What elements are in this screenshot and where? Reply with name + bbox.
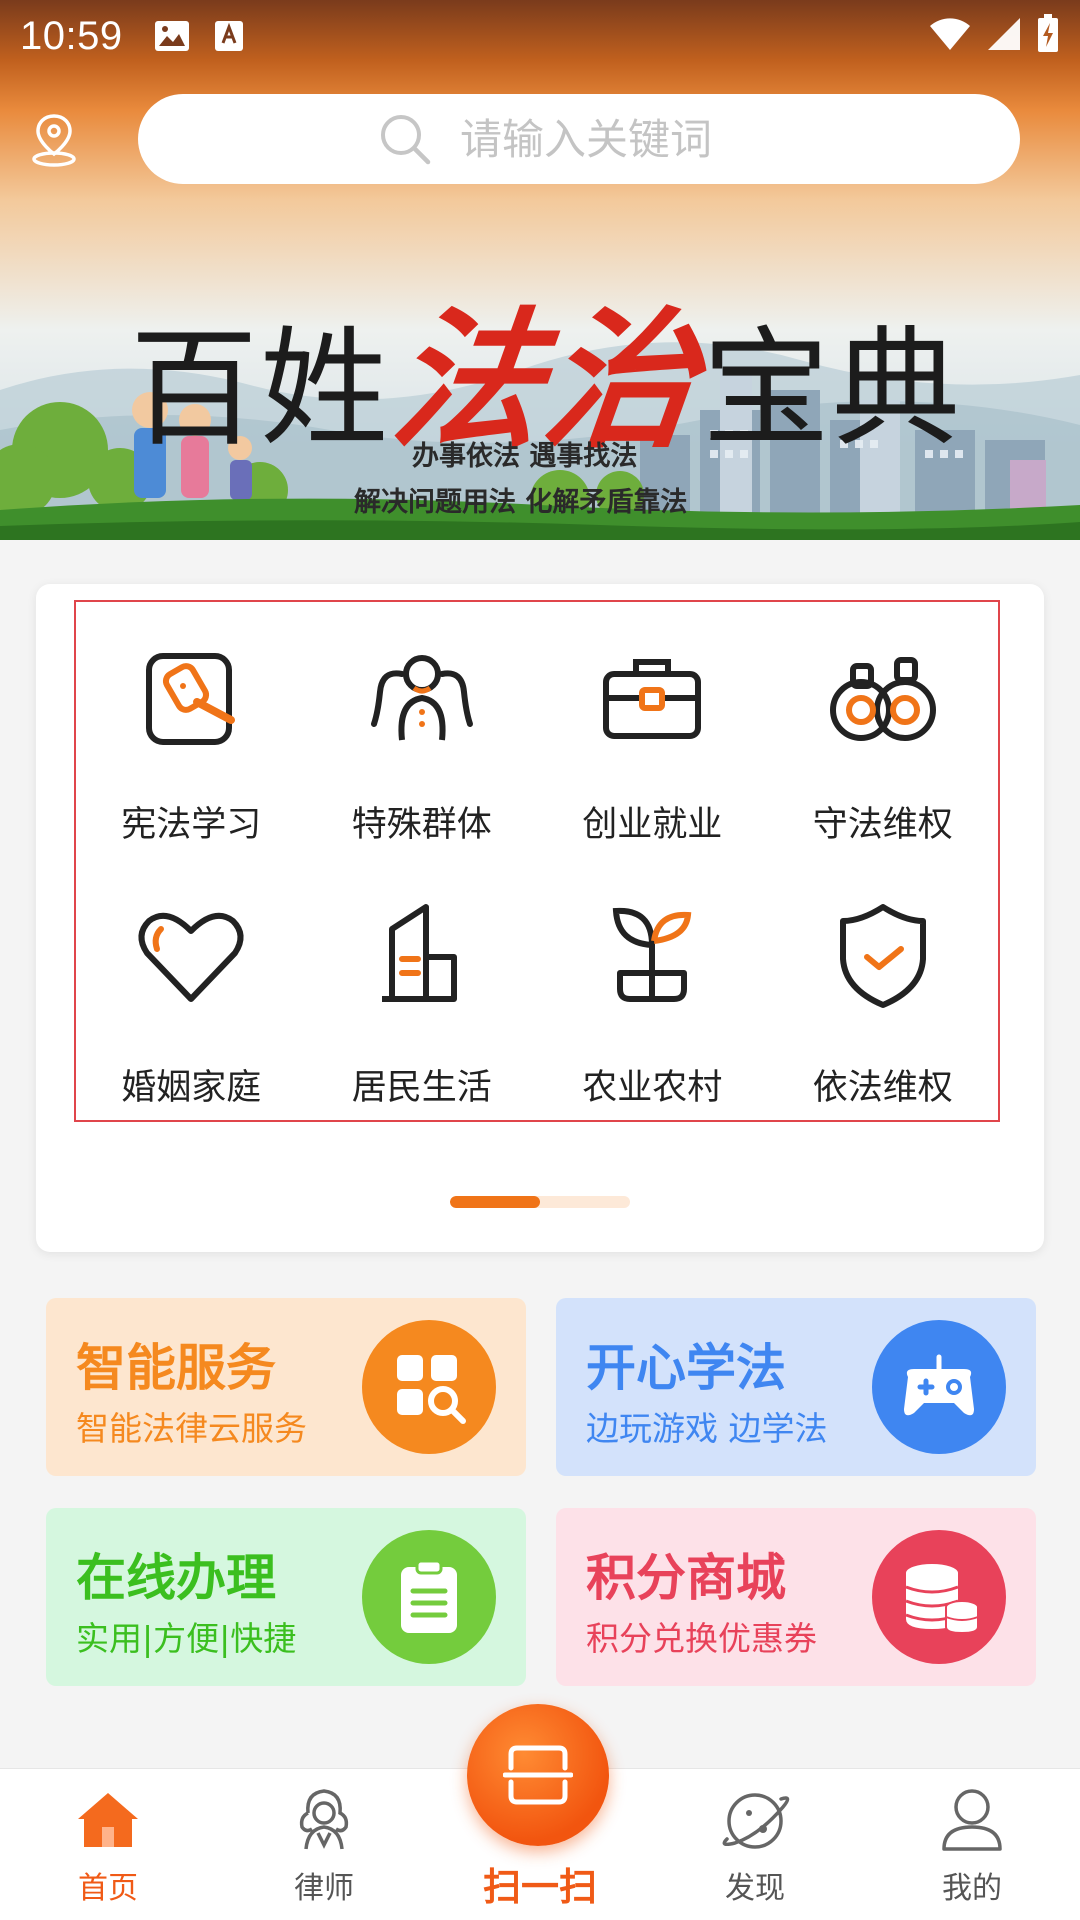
shield-check-icon (839, 904, 926, 1008)
building-icon (381, 904, 457, 1002)
scan-icon (503, 1745, 573, 1805)
category-label: 守法维权 (812, 805, 953, 845)
header-banner: 10:59 请输入关键词 百姓 法治 宝典 办事依法 遇事找法 解决问题用法 化… (0, 0, 1080, 540)
group-icon (370, 655, 473, 741)
status-indicators (928, 14, 1060, 58)
nav-discover-label: 发现 (725, 1871, 785, 1906)
search-bar[interactable] (138, 94, 1020, 184)
coins-icon (872, 1530, 1006, 1664)
banner-slogan-line1: 办事依法 遇事找法 (412, 441, 638, 472)
online-processing-card[interactable]: 在线办理 实用|方便|快捷 (46, 1508, 526, 1686)
feature-subtitle: 实用|方便|快捷 (76, 1619, 297, 1658)
nav-lawyer-label: 律师 (294, 1871, 354, 1906)
cell-signal-icon (986, 16, 1022, 56)
nav-lawyer[interactable]: 律师 (259, 1783, 389, 1913)
nav-home[interactable]: 首页 (43, 1783, 173, 1913)
status-time: 10:59 (20, 13, 123, 58)
category-law-abiding-rights[interactable]: 守法维权 (768, 602, 999, 861)
category-label: 农业农村 (582, 1068, 723, 1108)
category-label: 特殊群体 (351, 805, 492, 845)
category-marriage-family[interactable]: 婚姻家庭 (76, 861, 307, 1120)
happy-law-learning-card[interactable]: 开心学法 边玩游戏 边学法 (556, 1298, 1036, 1476)
apps-search-icon (362, 1320, 496, 1454)
search-icon (381, 115, 431, 165)
feature-title: 积分商城 (586, 1549, 786, 1607)
text-notification-icon (213, 19, 245, 53)
feature-subtitle: 积分兑换优惠券 (586, 1619, 817, 1658)
page-indicator-progress (450, 1196, 540, 1208)
category-resident-life[interactable]: 居民生活 (307, 861, 538, 1120)
wifi-icon (928, 16, 972, 56)
gamepad-icon (872, 1320, 1006, 1454)
status-bar: 10:59 (0, 0, 1080, 72)
scan-label[interactable]: 扫一扫 (440, 1856, 640, 1911)
smart-service-card[interactable]: 智能服务 智能法律云服务 (46, 1298, 526, 1476)
category-constitution-study[interactable]: 宪法学习 (76, 602, 307, 861)
nav-discover[interactable]: 发现 (690, 1783, 820, 1913)
feature-title: 开心学法 (586, 1339, 786, 1397)
feature-subtitle: 边玩游戏 边学法 (586, 1409, 828, 1448)
feature-title: 智能服务 (76, 1339, 276, 1397)
category-label: 宪法学习 (121, 805, 262, 845)
banner-title-prefix: 百姓 (130, 315, 391, 464)
category-label: 居民生活 (351, 1068, 492, 1108)
sprout-icon (613, 907, 692, 1002)
category-grid: 宪法学习 特殊群体 创业就业 守法维权 婚姻家庭 居民生活 农业农村 依法维权 (74, 600, 1000, 1122)
search-input[interactable] (460, 114, 780, 164)
category-label: 依法维权 (812, 1068, 953, 1108)
points-mall-card[interactable]: 积分商城 积分兑换优惠券 (556, 1508, 1036, 1686)
battery-icon (1036, 14, 1060, 58)
home-icon (78, 1793, 138, 1847)
category-agriculture-rural[interactable]: 农业农村 (537, 861, 768, 1120)
nav-mine-label: 我的 (942, 1871, 1002, 1906)
category-entrepreneurship-employment[interactable]: 创业就业 (537, 602, 768, 861)
banner-slogan-line2: 解决问题用法 化解矛盾靠法 (354, 487, 688, 518)
image-notification-icon (153, 19, 191, 53)
category-label: 婚姻家庭 (121, 1068, 262, 1108)
category-special-groups[interactable]: 特殊群体 (307, 602, 538, 861)
category-label: 创业就业 (582, 805, 723, 845)
banner-title-suffix: 宝典 (702, 315, 963, 464)
lawyer-icon (299, 1789, 349, 1850)
category-page-indicator[interactable] (450, 1196, 630, 1208)
gavel-icon (146, 653, 236, 745)
briefcase-icon (603, 659, 702, 739)
nav-home-label: 首页 (78, 1871, 138, 1906)
location-button[interactable] (28, 112, 80, 168)
scan-button[interactable] (467, 1704, 609, 1846)
category-rights-by-law[interactable]: 依法维权 (768, 861, 999, 1120)
feature-title: 在线办理 (76, 1549, 276, 1607)
person-icon (942, 1789, 1002, 1851)
nav-mine[interactable]: 我的 (907, 1783, 1037, 1913)
feature-subtitle: 智能法律云服务 (76, 1409, 307, 1448)
heart-icon (138, 912, 244, 1002)
planet-icon (722, 1793, 790, 1849)
handcuffs-icon (829, 657, 936, 741)
clipboard-icon (362, 1530, 496, 1664)
location-pin-icon (32, 114, 76, 167)
